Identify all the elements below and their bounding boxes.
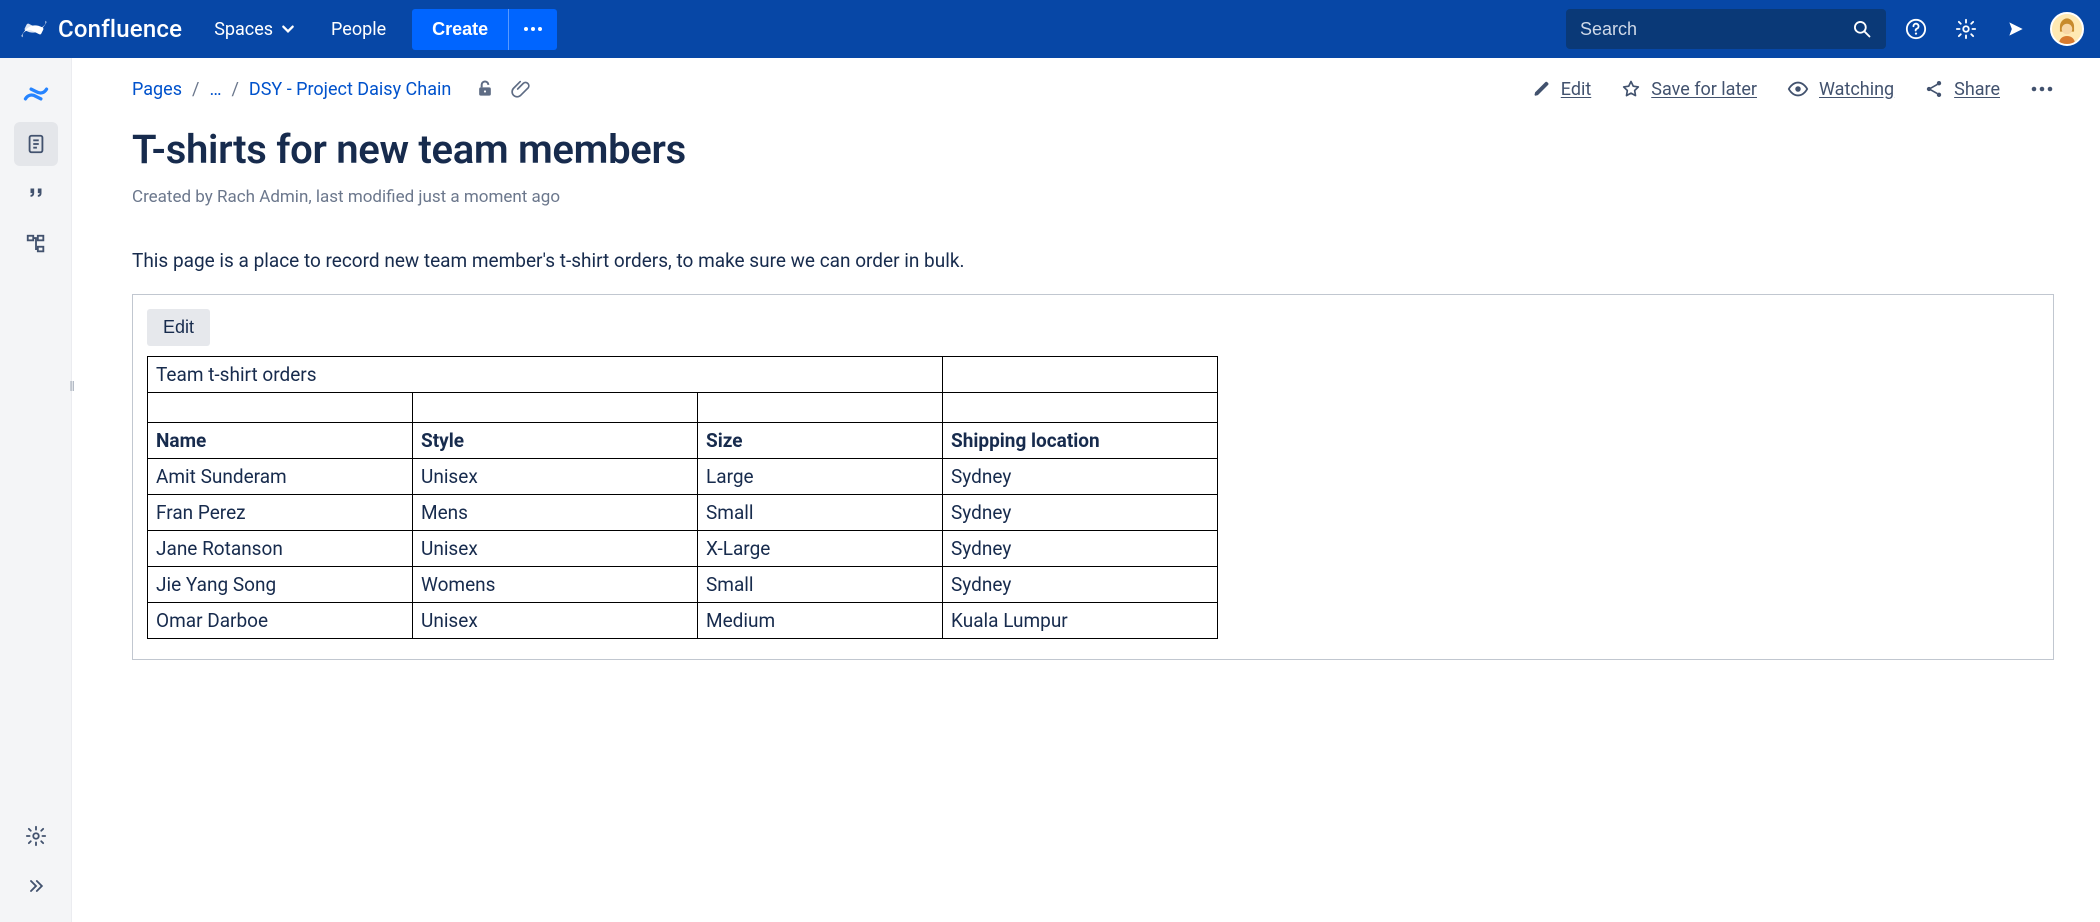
profile-avatar[interactable] [2050, 12, 2084, 46]
table-row: Fran Perez Mens Small Sydney [148, 495, 1218, 531]
cell-location: Kuala Lumpur [943, 603, 1218, 639]
cell-location: Sydney [943, 495, 1218, 531]
col-header-name: Name [148, 423, 413, 459]
col-header-style: Style [413, 423, 698, 459]
cell-location: Sydney [943, 567, 1218, 603]
ellipsis-icon [2030, 86, 2054, 92]
nav-spaces[interactable]: Spaces [198, 11, 311, 48]
cell-style: Womens [413, 567, 698, 603]
action-more[interactable] [2030, 86, 2054, 92]
action-watching-label: Watching [1819, 79, 1894, 100]
sidebar-expand[interactable] [14, 864, 58, 908]
attachments-icon[interactable] [511, 79, 531, 99]
table-row: Amit Sunderam Unisex Large Sydney [148, 459, 1218, 495]
notifications-button[interactable] [1996, 9, 2036, 49]
search-box[interactable] [1566, 9, 1886, 49]
cell-style: Unisex [413, 603, 698, 639]
cell-style: Unisex [413, 459, 698, 495]
breadcrumb-pages[interactable]: Pages [132, 79, 182, 100]
office-embed-panel: Edit Team t-shirt orders Name Style Size… [132, 294, 2054, 660]
page-icon [25, 133, 47, 155]
table-row: Jane Rotanson Unisex X-Large Sydney [148, 531, 1218, 567]
sidebar-resize-handle[interactable]: ‖ [69, 378, 75, 395]
cell-style: Unisex [413, 531, 698, 567]
page-actions: Edit Save for later Watching [1533, 78, 2054, 100]
cell-style: Mens [413, 495, 698, 531]
col-header-location: Shipping location [943, 423, 1218, 459]
sidebar-page-tree[interactable] [14, 222, 58, 266]
cell-name: Omar Darboe [148, 603, 413, 639]
breadcrumb-separator: / [231, 79, 238, 100]
cell-location: Sydney [943, 531, 1218, 567]
action-edit-label: Edit [1561, 79, 1591, 100]
action-edit[interactable]: Edit [1533, 79, 1591, 100]
cell-size: Small [698, 567, 943, 603]
intro-paragraph: This page is a place to record new team … [132, 249, 2054, 272]
top-nav: Confluence Spaces People Create [0, 0, 2100, 58]
action-save-label: Save for later [1651, 79, 1757, 100]
page-title: T-shirts for new team members [132, 126, 2054, 173]
sheet-empty-cell [943, 357, 1218, 393]
gear-icon [25, 825, 47, 847]
breadcrumb-ellipsis[interactable]: … [209, 79, 221, 100]
tree-icon [25, 233, 47, 255]
page-byline: Created by Rach Admin, last modified jus… [132, 187, 2054, 207]
chevron-down-icon [281, 22, 295, 36]
action-share[interactable]: Share [1924, 79, 2000, 100]
nav-people[interactable]: People [315, 11, 402, 48]
ellipsis-icon [523, 26, 543, 32]
breadcrumb-parent[interactable]: DSY - Project Daisy Chain [249, 79, 451, 100]
cell-name: Jie Yang Song [148, 567, 413, 603]
help-button[interactable] [1896, 9, 1936, 49]
gear-icon [1955, 18, 1977, 40]
create-button[interactable]: Create [412, 9, 508, 50]
sheet-title-row: Team t-shirt orders [148, 357, 1218, 393]
nav-spaces-label: Spaces [214, 19, 273, 40]
restrictions-icon[interactable] [475, 79, 495, 99]
cell-size: X-Large [698, 531, 943, 567]
nav-people-label: People [331, 19, 386, 40]
chevrons-right-icon [26, 876, 46, 896]
share-icon [1924, 79, 1944, 99]
panel-edit-button[interactable]: Edit [147, 309, 210, 346]
spreadsheet-table: Team t-shirt orders Name Style Size Ship… [147, 356, 1218, 639]
sidebar-pages[interactable] [14, 122, 58, 166]
pencil-icon [1533, 80, 1551, 98]
help-icon [1905, 18, 1927, 40]
cell-name: Amit Sunderam [148, 459, 413, 495]
table-header-row: Name Style Size Shipping location [148, 423, 1218, 459]
space-logo-tile[interactable] [14, 72, 58, 116]
sheet-title: Team t-shirt orders [148, 357, 943, 393]
cell-size: Small [698, 495, 943, 531]
search-input[interactable] [1580, 19, 1842, 40]
action-watching[interactable]: Watching [1787, 78, 1894, 100]
app-name: Confluence [58, 15, 182, 43]
table-row: Omar Darboe Unisex Medium Kuala Lumpur [148, 603, 1218, 639]
app-logo[interactable]: Confluence [16, 15, 194, 43]
main-content: Pages / … / DSY - Project Daisy Chain Ed… [72, 58, 2100, 922]
action-save-for-later[interactable]: Save for later [1621, 79, 1757, 100]
cell-location: Sydney [943, 459, 1218, 495]
cell-size: Medium [698, 603, 943, 639]
create-more-button[interactable] [508, 9, 557, 50]
cell-name: Jane Rotanson [148, 531, 413, 567]
left-sidebar: ‖ [0, 58, 72, 922]
sidebar-space-settings[interactable] [14, 814, 58, 858]
eye-icon [1787, 78, 1809, 100]
breadcrumb: Pages / … / DSY - Project Daisy Chain [132, 79, 531, 100]
sidebar-blog[interactable] [14, 172, 58, 216]
settings-button[interactable] [1946, 9, 1986, 49]
sheet-spacer-row [148, 393, 1218, 423]
notification-icon [2006, 19, 2026, 39]
cell-size: Large [698, 459, 943, 495]
star-icon [1621, 79, 1641, 99]
quote-icon [25, 183, 47, 205]
cell-name: Fran Perez [148, 495, 413, 531]
col-header-size: Size [698, 423, 943, 459]
breadcrumb-separator: / [192, 79, 199, 100]
table-row: Jie Yang Song Womens Small Sydney [148, 567, 1218, 603]
confluence-logo-icon [20, 15, 48, 43]
action-share-label: Share [1954, 79, 2000, 100]
search-icon [1852, 19, 1872, 39]
